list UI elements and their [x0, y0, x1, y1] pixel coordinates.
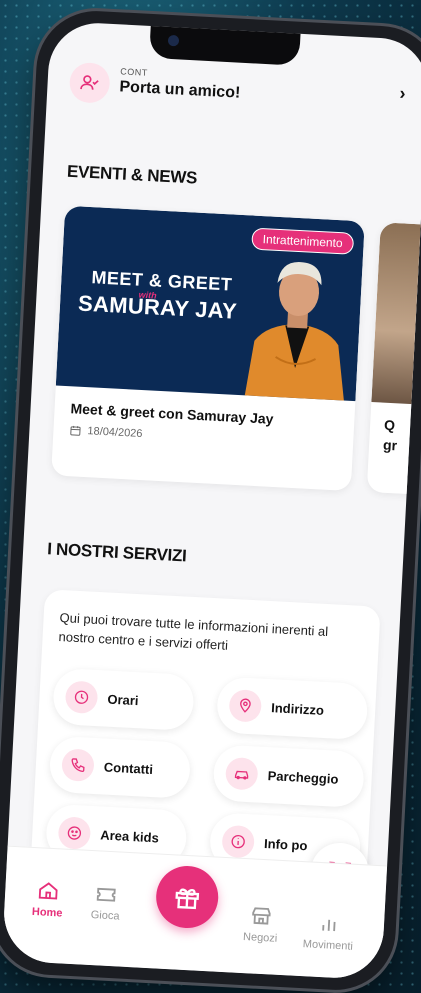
service-label: Parcheggio [267, 767, 339, 787]
services-section-title: I NOSTRI SERVIZI [46, 539, 187, 566]
nav-label: Gioca [90, 909, 120, 923]
camera-icon [167, 34, 180, 47]
ticket-icon [71, 880, 142, 908]
invite-friend-banner[interactable]: CONT Porta un amico! › [68, 61, 406, 124]
services-description: Qui puoi trovare tutte le informazioni i… [58, 609, 329, 653]
event-image [371, 222, 421, 406]
phone-frame: CONT Porta un amico! › EVENTI & NEWS Int… [0, 8, 421, 993]
guest-photo [243, 262, 345, 402]
info-icon [221, 824, 255, 859]
nav-gioca[interactable]: Gioca [70, 880, 142, 924]
car-icon [224, 756, 259, 791]
event-card[interactable]: Intrattenimento MEET & GREET SAMURAY JAY… [51, 205, 365, 492]
banner-with-text: with [138, 289, 157, 301]
event-banner-image: Intrattenimento MEET & GREET SAMURAY JAY… [55, 205, 365, 402]
app-screen: CONT Porta un amico! › EVENTI & NEWS Int… [1, 20, 421, 981]
service-parcheggio-button[interactable]: Parcheggio [212, 744, 366, 809]
gift-icon [175, 888, 200, 910]
calendar-icon [70, 425, 81, 436]
nav-label: Home [31, 905, 63, 920]
nav-negozi[interactable]: Negozi [225, 902, 297, 946]
service-indirizzo-button[interactable]: Indirizzo [215, 676, 369, 741]
store-icon [226, 902, 297, 930]
service-label: Area kids [99, 826, 160, 845]
add-user-icon [68, 61, 111, 104]
event-card-next[interactable]: Q gr [366, 222, 421, 496]
nav-label: Negozi [242, 931, 278, 945]
phone-notch [149, 23, 301, 66]
phone-icon [61, 748, 95, 782]
banner-headline-1: MEET & GREET [90, 267, 233, 295]
service-label: Info po [263, 835, 308, 853]
nav-movimenti[interactable]: Movimenti [293, 910, 365, 954]
service-label: Indirizzo [270, 699, 325, 718]
service-orari-button[interactable]: Orari [52, 667, 195, 732]
bar-chart-icon [293, 910, 364, 938]
banner-title: Porta un amico! [119, 78, 241, 102]
service-contatti-button[interactable]: Contatti [48, 735, 192, 799]
kids-icon [57, 816, 92, 850]
nav-rewards-button[interactable] [154, 864, 220, 930]
chevron-right-icon[interactable]: › [399, 83, 406, 104]
service-label: Orari [107, 691, 139, 708]
bottom-navigation: Home Gioca Negozi Movimenti [1, 845, 388, 981]
event-title-partial: Q gr [382, 416, 398, 454]
events-section-title: EVENTI & NEWS [66, 161, 198, 188]
nav-label: Movimenti [302, 938, 354, 953]
event-date-text: 18/04/2026 [87, 425, 143, 441]
service-label: Contatti [103, 759, 154, 777]
clock-icon [64, 680, 99, 715]
banner-category: CONT [120, 66, 149, 78]
banner-headline-2: SAMURAY JAY [77, 290, 238, 324]
location-pin-icon [228, 688, 263, 723]
